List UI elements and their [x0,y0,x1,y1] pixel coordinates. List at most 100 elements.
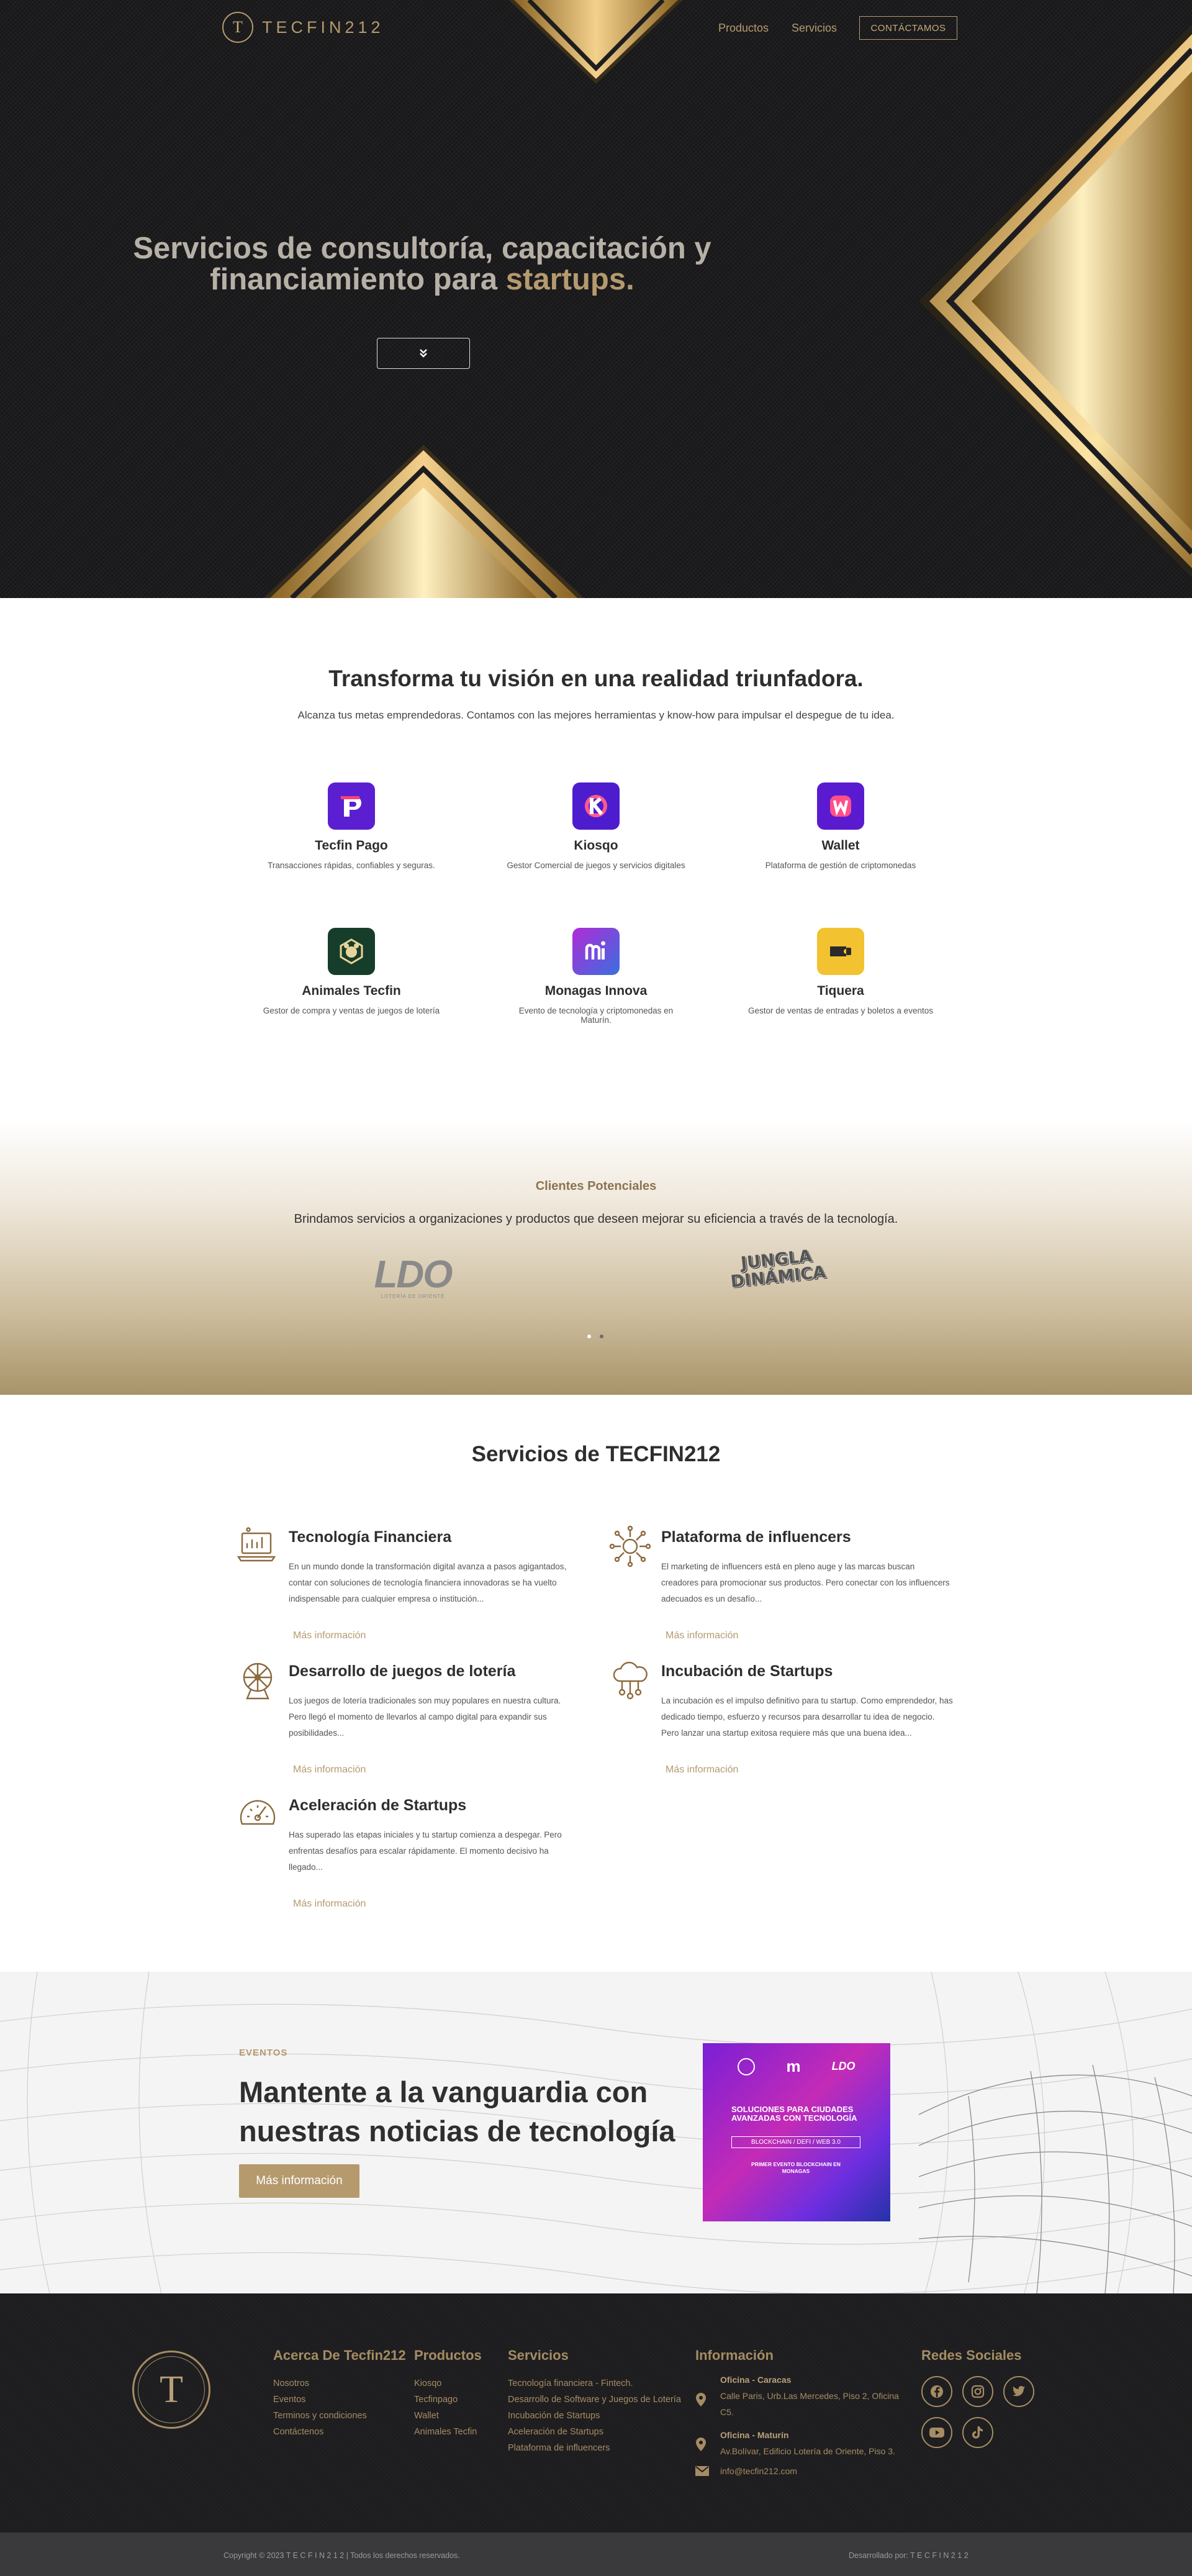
carousel-dot-2[interactable] [600,1335,603,1338]
hero-title-line2: financiamiento para [210,263,506,296]
office-maturin-title: Oficina - Maturín [720,2430,789,2440]
services-title: Servicios de TECFIN212 [471,1442,721,1466]
lottery-wheel-icon [243,1662,273,1700]
speedometer-icon [240,1800,276,1825]
poster-tags: BLOCKCHAIN / DEFI / WEB 3.0 [731,2136,860,2148]
ldo-logo-text: LDO [374,1253,453,1296]
footer-link-terminos[interactable]: Terminos y condiciones [273,2411,367,2421]
app-desc: Gestor de compra y ventas de juegos de l… [263,1006,440,1015]
service-text: En un mundo donde la transformación digi… [289,1562,567,1603]
office-caracas-address: Calle Paris, Urb.Las Mercedes, Piso 2, O… [720,2391,899,2417]
brand-logo[interactable]: T TECFIN212 [222,12,384,43]
app-name: Tiquera [817,984,864,998]
app-name: Animales Tecfin [302,984,401,998]
app-desc: Plataforma de gestión de criptomonedas [765,861,916,870]
brand-name: TECFIN212 [262,17,384,37]
event-poster[interactable]: m LDO SOLUCIONES PARA CIUDADES AVANZADAS… [703,2043,890,2221]
bottom-bar [0,2533,1192,2576]
clients-subtitle: Brindamos servicios a organizaciones y p… [294,1212,898,1226]
office-maturin-address: Av.Bolívar, Edificio Lotería de Oriente,… [720,2446,895,2456]
hero-title-line1: Servicios de consultoría, capacitación y [133,232,711,265]
service-title: Aceleración de Startups [289,1797,467,1814]
monagas-innova-icon [572,928,620,975]
more-info-link[interactable]: Más información [666,1630,738,1641]
developer-credit: Desarrollado por: T E C F I N 2 1 2 [849,2551,968,2560]
app-desc: Gestor de ventas de entradas y boletos a… [748,1006,933,1015]
contact-button[interactable]: CONTÁCTAMOS [859,16,957,40]
app-desc: Transacciones rápidas, confiables y segu… [268,861,435,870]
tiquera-ticket-icon [817,928,864,975]
events-tag: EVENTOS [239,2048,288,2058]
wallet-icon [817,782,864,830]
hero-section: T TECFIN212 Productos Servicios CONTÁCTA… [0,0,1192,598]
laptop-chart-icon [237,1527,276,1562]
more-info-link[interactable]: Más información [293,1630,366,1641]
carousel-dot-1[interactable] [587,1335,591,1338]
office-caracas-title: Oficina - Caracas [720,2375,792,2385]
poster-ldo-logo-icon: LDO [831,2060,856,2072]
poster-headline: SOLUCIONES PARA CIUDADES AVANZADAS CON T… [731,2105,857,2123]
service-text: La incubación es el impulso definitivo p… [661,1696,953,1738]
service-title: Plataforma de influencers [661,1528,851,1546]
footer-link-animales[interactable]: Animales Tecfin [414,2427,477,2437]
app-name: Kiosqo [574,838,618,853]
animales-tecfin-icon [328,928,375,975]
scroll-down-button[interactable] [377,338,470,369]
service-text: Has superado las etapas iniciales y tu s… [289,1830,562,1872]
tecfin-pago-icon [328,782,375,830]
footer-link-kiosqo[interactable]: Kiosqo [414,2379,441,2388]
footer-about-title: Acerca De Tecfin212 [273,2347,406,2363]
footer-link-fintech[interactable]: Tecnología financiera - Fintech. [508,2379,633,2388]
footer-link-influencers[interactable]: Plataforma de influencers [508,2443,610,2453]
footer-link-wallet[interactable]: Wallet [414,2411,439,2421]
chevron-double-down-icon [420,349,427,358]
footer-link-eventos[interactable]: Eventos [273,2395,305,2405]
footer-link-nosotros[interactable]: Nosotros [273,2379,309,2388]
app-name: Wallet [821,838,860,853]
hero-title: Servicios de consultoría, capacitación y… [93,233,751,295]
app-name: Monagas Innova [544,984,648,998]
events-more-button[interactable]: Más información [239,2164,359,2198]
footer-products-title: Productos [414,2347,482,2363]
nav-productos[interactable]: Productos [718,22,769,35]
vision-subtitle: Alcanza tus metas emprendedoras. Contamo… [297,709,895,721]
footer-link-incubacion[interactable]: Incubación de Startups [508,2411,600,2421]
footer-link-software[interactable]: Desarrollo de Software y Juegos de Loter… [508,2395,681,2405]
footer-email-link[interactable]: info@tecfin212.com [720,2463,797,2479]
app-kiosqo[interactable]: Kiosqo Gestor Comercial de juegos y serv… [503,782,689,870]
service-text: El marketing de influencers está en plen… [661,1562,950,1603]
footer-services-title: Servicios [508,2347,569,2363]
service-title: Desarrollo de juegos de lotería [289,1662,516,1680]
app-monagas-innova[interactable]: Monagas Innova Evento de tecnología y cr… [503,928,689,1025]
instagram-icon[interactable] [962,2376,993,2407]
cloud-network-icon [613,1661,648,1700]
email-icon [695,2466,709,2476]
poster-event: PRIMER EVENTO BLOCKCHAIN EN MONAGAS [751,2161,841,2174]
footer-link-aceleracion[interactable]: Aceleración de Startups [508,2427,603,2437]
more-info-link[interactable]: Más información [293,1898,366,1910]
clients-section [0,1120,1192,1395]
youtube-icon[interactable] [921,2417,952,2448]
app-wallet[interactable]: Wallet Plataforma de gestión de criptomo… [747,782,934,870]
app-animales-tecfin[interactable]: Animales Tecfin Gestor de compra y venta… [258,928,445,1015]
vision-title: Transforma tu visión en una realidad tri… [328,666,864,691]
more-info-link[interactable]: Más información [666,1764,738,1776]
service-title: Tecnología Financiera [289,1528,452,1546]
more-info-link[interactable]: Más información [293,1764,366,1776]
copyright-text: Copyright © 2023 T E C F I N 2 1 2 | Tod… [224,2551,460,2560]
tiktok-icon[interactable] [962,2417,993,2448]
twitter-icon[interactable] [1003,2376,1034,2407]
client-logo-ldo[interactable]: LDO LOTERÍA DE ORIENTE [363,1253,463,1300]
network-hub-icon [609,1525,651,1567]
app-tecfin-pago[interactable]: Tecfin Pago Transacciones rápidas, confi… [258,782,445,870]
footer-link-tecfinpago[interactable]: Tecfinpago [414,2395,458,2405]
service-title: Incubación de Startups [661,1662,833,1680]
location-pin-icon [696,2393,706,2406]
footer-link-contactenos[interactable]: Contáctenos [273,2427,323,2437]
hero-title-highlight: startups. [505,263,634,296]
app-tiquera[interactable]: Tiquera Gestor de ventas de entradas y b… [747,928,934,1015]
footer-social-title: Redes Sociales [921,2347,1022,2363]
facebook-icon[interactable] [921,2376,952,2407]
nav-servicios[interactable]: Servicios [792,22,837,35]
footer-coin-logo-icon[interactable]: T [132,2351,210,2429]
